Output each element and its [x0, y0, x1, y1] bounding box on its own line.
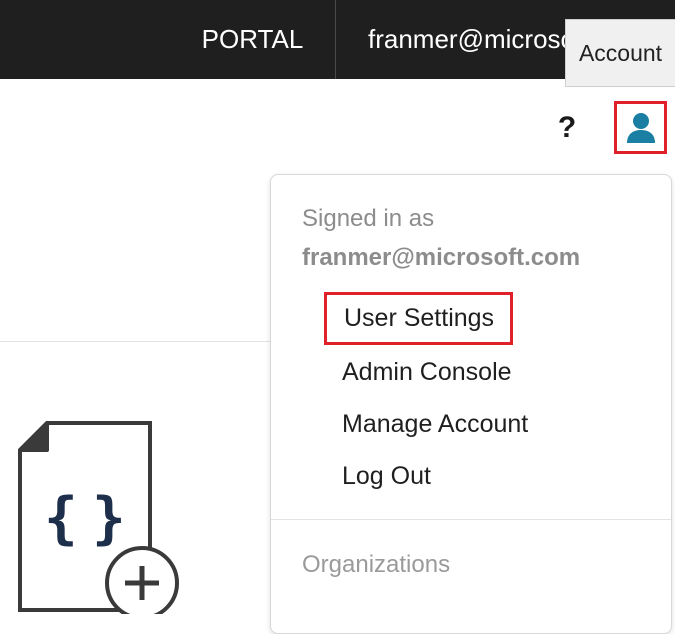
organizations-heading: Organizations: [302, 551, 451, 578]
svg-text:{: {: [44, 486, 78, 551]
account-button[interactable]: [614, 101, 667, 154]
menu-item-log-out[interactable]: Log Out: [342, 462, 431, 491]
new-json-file-icon[interactable]: { }: [15, 420, 185, 620]
menu-item-admin-console[interactable]: Admin Console: [342, 358, 512, 387]
signed-in-label: Signed in as: [302, 205, 435, 232]
menu-item-manage-account[interactable]: Manage Account: [342, 410, 528, 439]
menu-item-user-settings[interactable]: User Settings: [324, 292, 514, 345]
menu-divider: [271, 519, 671, 520]
user-email-link[interactable]: franmer@microsoft.com: [368, 0, 578, 79]
content-divider: [0, 341, 272, 342]
signed-in-email: franmer@microsoft.com: [302, 244, 581, 271]
nav-divider: [335, 0, 336, 79]
help-button[interactable]: ?: [552, 108, 582, 148]
svg-text:}: }: [92, 486, 126, 551]
account-dropdown-menu: Signed in as franmer@microsoft.com User …: [270, 174, 672, 634]
user-icon: [626, 112, 655, 143]
account-tooltip: Account: [565, 19, 675, 87]
portal-link[interactable]: PORTAL: [180, 0, 325, 79]
